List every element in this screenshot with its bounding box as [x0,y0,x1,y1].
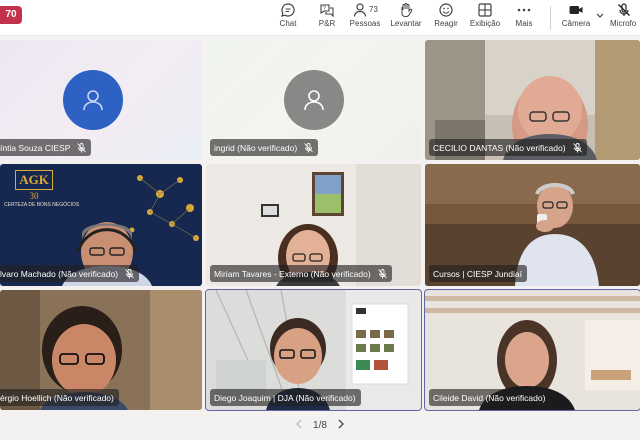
next-page-button[interactable] [337,418,345,432]
notification-badge[interactable]: 70 [0,6,22,24]
page-indicator: 1/8 [313,419,327,431]
view-button[interactable]: Exibição [470,0,500,36]
participant-tile[interactable]: ingrid (Não verificado) [206,40,421,160]
participant-name: Diego Joaquim | DJA (Não verificado) [214,392,356,403]
participant-name: Cursos | CIESP Jundiaí [433,268,522,279]
qa-button[interactable]: ? P&R [315,0,339,36]
grid-view-icon [478,3,492,17]
mic-muted-icon [77,142,87,152]
participant-name-tag: ingrid (Não verificado) [210,139,319,156]
participant-name-tag: Cursos | CIESP Jundiaí [429,265,527,282]
participant-name: lvaro Machado (Não verificado) [0,268,119,279]
participant-name: íntia Souza CIESP [0,142,71,153]
people-button[interactable]: 73 Pessoas [350,0,380,36]
react-label: Reagir [434,19,458,28]
participant-tile[interactable]: CECILIO DANTAS (Não verificado) [425,40,640,160]
camera-label: Câmera [561,19,591,28]
participant-tile-active[interactable]: Diego Joaquim | DJA (Não verificado) [205,289,422,411]
participant-tile[interactable]: Cursos | CIESP Jundiaí [425,164,640,286]
participant-name: Miriam Tavares - Externo (Não verificado… [214,268,371,279]
react-button[interactable]: Reagir [433,0,459,36]
more-button[interactable]: Mais [511,0,537,36]
mic-off-icon [618,3,630,16]
chevron-down-icon[interactable] [596,13,604,19]
participant-tile[interactable]: íntia Souza CIESP [0,40,202,160]
participant-name-tag: lvaro Machado (Não verificado) [0,265,140,282]
avatar [63,70,123,130]
agk-logo-letters: AGK [15,170,53,190]
chat-button[interactable]: Chat [276,0,300,36]
agk-logo: AGK 30 CERTEZA DE BONS NEGÓCIOS [4,170,80,222]
people-count: 73 [369,5,378,14]
participant-name: ingrid (Não verificado) [214,142,298,153]
video-grid: íntia Souza CIESP ingrid (Não verificado… [0,38,640,412]
participant-tile[interactable]: Miriam Tavares - Externo (Não verificado… [206,164,421,286]
more-icon [517,8,531,12]
participant-name: Cileide David (Não verificado) [433,392,546,403]
svg-text:?: ? [323,6,326,12]
chevron-left-icon [296,419,302,429]
meeting-toolbar: 70 Chat ? P&R 73 Pessoas Levantar Reagir… [0,0,640,36]
participant-name-tag: CECILIO DANTAS (Não verificado) [429,139,587,156]
mic-muted-icon [125,268,134,278]
participant-tile[interactable]: AGK 30 CERTEZA DE BONS NEGÓCIOS lvaro Ma… [0,164,202,286]
person-icon [83,90,103,111]
agk-logo-years: 30 [29,191,39,201]
toolbar-divider [550,6,551,30]
raise-hand-button[interactable]: Levantar [390,0,422,36]
participant-tile[interactable]: érgio Hoellich (Não verificado) [0,290,202,410]
participant-name-tag: Cileide David (Não verificado) [429,389,551,406]
previous-page-button[interactable] [295,418,303,432]
participant-name-tag: íntia Souza CIESP [0,139,92,156]
mic-label: Microfo [610,19,637,28]
mic-button[interactable]: Microfo [610,0,640,36]
mic-muted-icon [377,268,387,278]
gallery-pager: 1/8 [0,414,640,436]
more-label: Mais [515,19,533,28]
chat-icon [281,3,295,17]
mic-muted-icon [572,142,582,152]
person-icon [304,90,324,111]
camera-button[interactable]: Câmera [560,0,592,36]
chevron-right-icon [338,419,344,429]
raise-label: Levantar [390,19,422,28]
people-icon [353,3,367,17]
camera-icon [569,6,583,14]
people-label: Pessoas [349,19,381,28]
mic-muted-icon [304,142,313,152]
participant-name-tag: Diego Joaquim | DJA (Não verificado) [210,389,361,406]
avatar [284,70,344,130]
participant-name-tag: érgio Hoellich (Não verificado) [0,389,119,406]
view-label: Exibição [469,19,501,28]
participant-name-tag: Miriam Tavares - Externo (Não verificado… [210,265,392,282]
agk-logo-tagline: CERTEZA DE BONS NEGÓCIOS [4,202,80,208]
chat-label: Chat [279,19,297,28]
qa-icon: ? [320,4,334,18]
participant-name: CECILIO DANTAS (Não verificado) [433,142,566,153]
participant-tile-active[interactable]: Cileide David (Não verificado) [424,289,640,411]
qa-label: P&R [318,19,336,28]
participant-name: érgio Hoellich (Não verificado) [0,392,114,403]
hand-icon [401,3,413,17]
smiley-icon [439,3,453,17]
teams-meeting-window: 70 Chat ? P&R 73 Pessoas Levantar Reagir… [0,0,640,440]
